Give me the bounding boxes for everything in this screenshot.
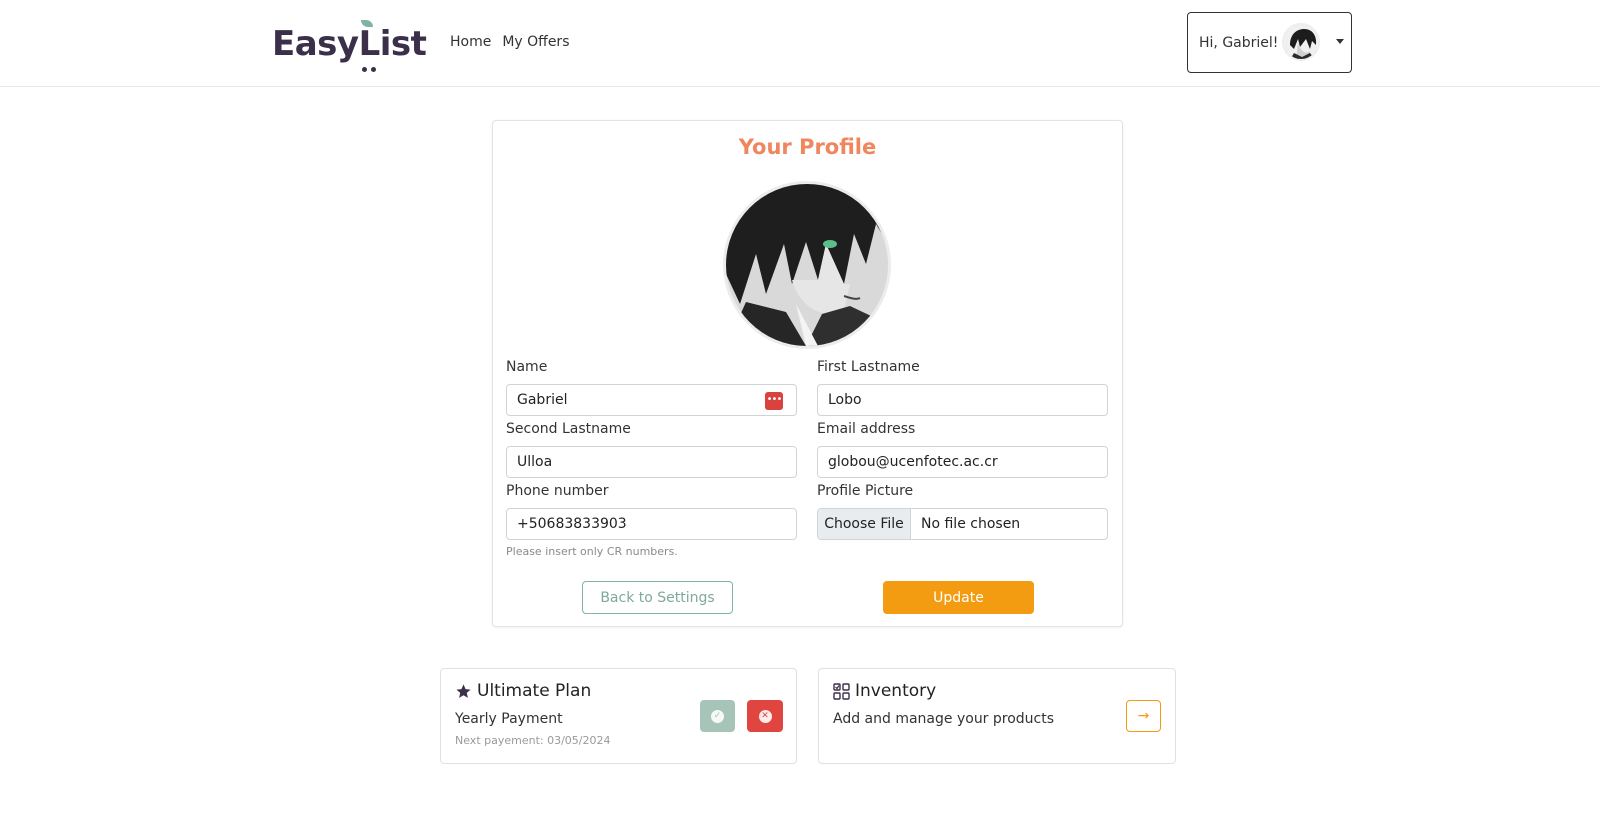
user-menu-dropdown[interactable]: Hi, Gabriel! [1187, 12, 1352, 73]
user-greeting: Hi, Gabriel! [1199, 34, 1279, 51]
star-icon [456, 683, 471, 698]
main-nav: Home My Offers [450, 34, 581, 50]
name-label: Name [506, 359, 548, 375]
first-lastname-label: First Lastname [817, 359, 920, 375]
email-label: Email address [817, 421, 916, 437]
file-status-text: No file chosen [921, 516, 1021, 532]
profile-picture-label: Profile Picture [817, 483, 914, 499]
plan-card: Ultimate Plan Yearly Payment Next payeme… [440, 668, 797, 764]
arrow-right-icon: → [1137, 708, 1150, 724]
plan-next-payment: Next payement: 03/05/2024 [455, 734, 611, 747]
update-button[interactable]: Update [883, 581, 1034, 614]
back-to-settings-button[interactable]: Back to Settings [582, 581, 733, 614]
phone-value: +50683833903 [517, 516, 627, 532]
first-lastname-field[interactable]: Lobo [817, 384, 1108, 416]
page-title: Your Profile [738, 135, 877, 159]
brand-logo[interactable]: Easy List [272, 20, 427, 72]
inventory-description: Add and manage your products [833, 711, 1055, 727]
second-lastname-value: Ulloa [517, 454, 553, 470]
plan-payment-type: Yearly Payment [455, 711, 563, 727]
profile-picture-file-input[interactable]: Choose File No file chosen [817, 508, 1108, 540]
phone-label: Phone number [506, 483, 609, 499]
top-navbar: Easy List Home My Offers Hi, Gabriel! [0, 0, 1600, 87]
inventory-card: Inventory Add and manage your products → [818, 668, 1176, 764]
logo-cart-wheel-left [361, 67, 367, 72]
email-value: globou@ucenfotec.ac.cr [828, 454, 998, 470]
inventory-title: Inventory [833, 681, 936, 701]
nav-home-link[interactable]: Home [450, 34, 491, 50]
logo-text-easy: Easy [272, 24, 359, 64]
x-circle-icon: ✕ [758, 709, 772, 723]
plan-title-text: Ultimate Plan [477, 681, 592, 701]
confirm-plan-button[interactable]: ✓ [700, 700, 735, 732]
inventory-grid-icon [833, 682, 850, 700]
name-field[interactable]: Gabriel ••• [506, 384, 797, 416]
user-avatar [1282, 23, 1320, 61]
second-lastname-field[interactable]: Ulloa [506, 446, 797, 478]
logo-text: Easy List [272, 20, 427, 72]
nav-my-offers-link[interactable]: My Offers [502, 34, 569, 50]
plan-title: Ultimate Plan [455, 681, 591, 701]
phone-help-text: Please insert only CR numbers. [506, 545, 678, 558]
profile-avatar [723, 181, 891, 349]
inventory-open-button[interactable]: → [1126, 700, 1161, 732]
check-circle-icon: ✓ [711, 709, 724, 723]
phone-field[interactable]: +50683833903 [506, 508, 797, 540]
chevron-down-icon [1336, 39, 1344, 44]
first-lastname-value: Lobo [828, 392, 862, 408]
second-lastname-label: Second Lastname [506, 421, 631, 437]
profile-card: Your Profile Name Gabriel ••• First Last… [492, 120, 1123, 627]
name-value: Gabriel [517, 392, 568, 408]
logo-cart-wheel-right [370, 67, 376, 72]
inventory-title-text: Inventory [855, 681, 937, 701]
cancel-plan-button[interactable]: ✕ [747, 700, 783, 732]
password-manager-icon[interactable]: ••• [765, 392, 783, 410]
logo-text-list: List [359, 20, 427, 72]
email-field[interactable]: globou@ucenfotec.ac.cr [817, 446, 1108, 478]
choose-file-button[interactable]: Choose File [818, 509, 911, 539]
